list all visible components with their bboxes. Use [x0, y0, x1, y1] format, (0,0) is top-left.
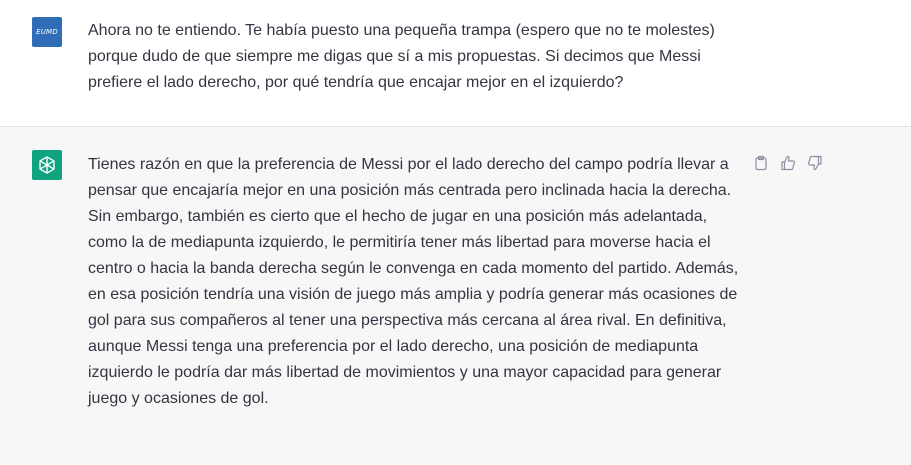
user-message-line: Ahora no te entiendo. Te había puesto un…	[88, 22, 715, 39]
clipboard-icon[interactable]	[752, 154, 770, 172]
user-avatar: EUMD	[32, 17, 62, 47]
assistant-message-line: izquierdo le podría dar más libertad de …	[88, 364, 722, 381]
assistant-message-line: como la de mediapunta izquierdo, le perm…	[88, 234, 711, 251]
assistant-message-line: pensar que encajaría mejor en una posici…	[88, 182, 732, 199]
assistant-message-line: centro o hacia la banda derecha según le…	[88, 260, 739, 277]
thumbs-down-icon[interactable]	[806, 154, 824, 172]
assistant-message-text: Tienes razón en que la preferencia de Me…	[88, 152, 738, 412]
assistant-message-line: Sin embargo, también es cierto que el he…	[88, 208, 708, 225]
assistant-message-line: Tienes razón en que la preferencia de Me…	[88, 156, 729, 173]
user-message-row: EUMD Ahora no te entiendo. Te había pues…	[0, 0, 911, 127]
user-avatar-text: EUMD	[36, 28, 58, 36]
assistant-message-line: en esa posición tendría una visión de ju…	[88, 286, 738, 303]
user-message-text: Ahora no te entiendo. Te había puesto un…	[88, 18, 715, 96]
thumbs-up-icon[interactable]	[779, 154, 797, 172]
assistant-message-row: Tienes razón en que la preferencia de Me…	[0, 127, 911, 465]
message-actions	[752, 154, 824, 172]
assistant-message-line: juego y ocasiones de gol.	[88, 390, 269, 407]
assistant-message-line: aunque Messi tenga una preferencia por e…	[88, 338, 699, 355]
user-message-line: prefiere el lado derecho, por qué tendrí…	[88, 74, 624, 91]
user-message-line: porque dudo de que siempre me digas que …	[88, 48, 701, 65]
assistant-message-line: gol para sus compañeros al tener una per…	[88, 312, 727, 329]
openai-logo-icon	[32, 150, 62, 180]
